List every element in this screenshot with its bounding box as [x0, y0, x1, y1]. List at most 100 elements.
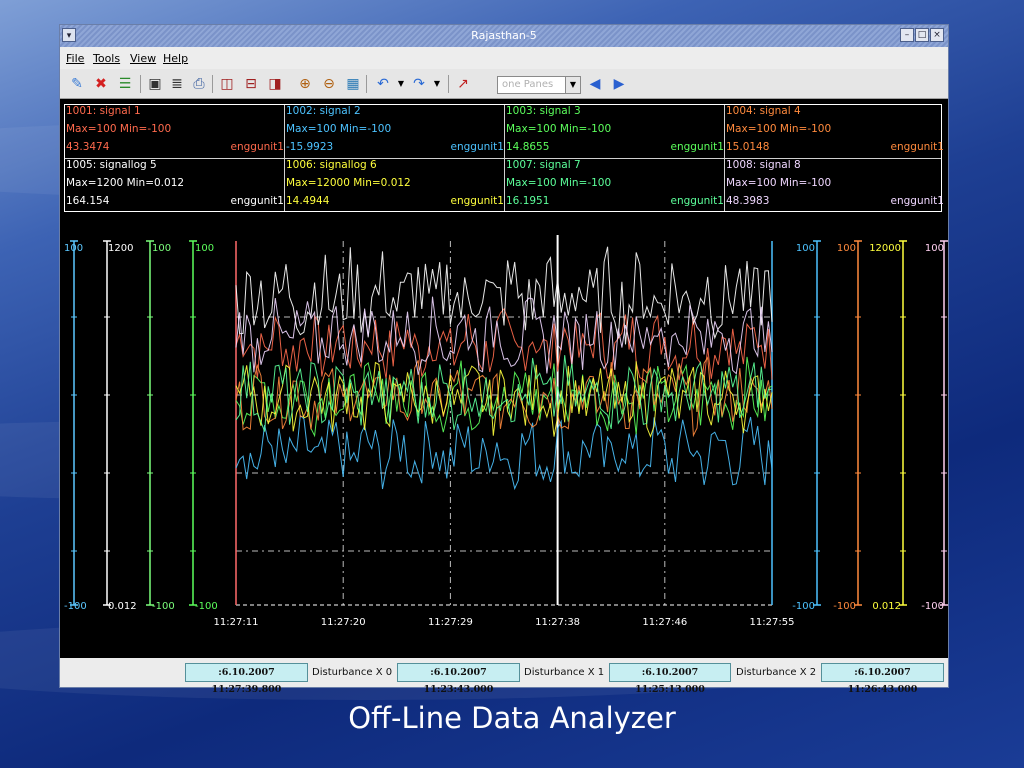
menu-view[interactable]: View [130, 52, 156, 65]
window-title: Rajasthan-5 [471, 29, 537, 42]
signal-value: 14.4944 [286, 195, 330, 207]
signal-chart[interactable]: 11:27:11 11:27:20 11:27:29 11:27:38 11:27:46… [60, 219, 948, 659]
signal-unit: enggunit1 [230, 195, 284, 207]
grid-icon[interactable]: ▦ [344, 75, 362, 93]
signal-value: 48.3983 [726, 195, 770, 207]
align-icon[interactable]: ≣ [168, 75, 186, 93]
signal-value: 14.8655 [506, 141, 550, 153]
signal-range: Max=100 Min=-100 [506, 123, 612, 135]
right-axis-1-min-label: -100 [792, 601, 815, 612]
x-tick-label: 11:27:11 [214, 617, 259, 628]
signal-unit: enggunit1 [890, 195, 944, 207]
disturbance-time-2[interactable]: :6.10.2007 11:25:13.000 [609, 663, 731, 695]
save-icon[interactable]: ▣ [146, 75, 164, 93]
signal-cell[interactable]: 1005: signallog 5 Max=1200 Min=0.012 164.1… [65, 159, 285, 213]
signal-id: 1004: signal 4 [726, 105, 801, 117]
signal-unit: enggunit1 [890, 141, 944, 153]
signal-id: 1005: signallog 5 [66, 159, 157, 171]
left-axis-1-max-label: 100 [64, 243, 83, 254]
signal-cell[interactable]: 1007: signal 7 Max=100 Min=-100 16.1951 eng… [505, 159, 725, 213]
signal-id: 1003: signal 3 [506, 105, 581, 117]
right-axis-2-max-label: 100 [837, 243, 856, 254]
list-icon[interactable]: ☰ [116, 75, 134, 93]
x-tick-label: 11:27:55 [750, 617, 795, 628]
signal-cell[interactable]: 1003: signal 3 Max=100 Min=-100 14.8655 eng… [505, 105, 725, 159]
left-axis-2-max-label: 1200 [108, 243, 133, 254]
redo-icon[interactable]: ↷ [410, 75, 428, 93]
disturbance-time-3[interactable]: :6.10.2007 11:26:43.000 [821, 663, 944, 695]
toolbar: ✎ ✖ ☰ ▣ ≣ ⎙ ◫ ⊟ ◨ ⊕ ⊖ ▦ ↶ ▼ ↷ ▼ ↗ one Pa… [60, 69, 948, 99]
disturbance-label-0: Disturbance X 0 [312, 667, 393, 678]
maximize-icon[interactable]: □ [915, 28, 929, 42]
delete-icon[interactable]: ✖ [92, 75, 110, 93]
right-axis-3-max-label: 12000 [869, 243, 901, 254]
chart-icon[interactable]: ↗ [454, 75, 472, 93]
back-icon[interactable]: ◀ [586, 75, 604, 93]
zoom-out-icon[interactable]: ⊖ [320, 75, 338, 93]
signal-range: Max=100 Min=-100 [726, 123, 832, 135]
close-icon[interactable]: × [930, 28, 944, 42]
menu-tools[interactable]: Tools [93, 52, 120, 65]
status-bar: :6.10.2007 11:27:39.800 Disturbance X 0 … [60, 658, 948, 695]
pane-left-icon[interactable]: ◫ [218, 75, 236, 93]
pane-right-icon[interactable]: ◨ [266, 75, 284, 93]
app-window: ▾ Rajasthan-5 – □ × File Tools View Help… [59, 24, 949, 695]
undo-icon[interactable]: ↶ [374, 75, 392, 93]
signal-unit: enggunit1 [230, 141, 284, 153]
right-axis-1-max-label: 100 [796, 243, 815, 254]
series-line [235, 414, 773, 491]
left-axis-2-min-label: 0.012 [108, 601, 137, 612]
x-tick-label: 11:27:20 [321, 617, 366, 628]
disturbance-time-0[interactable]: :6.10.2007 11:27:39.800 [185, 663, 308, 695]
signal-cell[interactable]: 1008: signal 8 Max=100 Min=-100 48.3983 eng… [725, 159, 945, 213]
signal-value: 15.0148 [726, 141, 770, 153]
signal-unit: enggunit1 [670, 141, 724, 153]
signal-value: -15.9923 [286, 141, 334, 153]
pane-top-icon[interactable]: ⊟ [242, 75, 260, 93]
signal-info-table: 1001: signal 1 Max=100 Min=-100 43.3474 eng… [64, 104, 945, 213]
signal-unit: enggunit1 [450, 141, 504, 153]
print-icon[interactable]: ⎙ [190, 75, 208, 93]
left-axis-1-min-label: -100 [64, 601, 87, 612]
signal-value: 43.3474 [66, 141, 110, 153]
signal-range: Max=100 Min=-100 [506, 177, 612, 189]
disturbance-time-1[interactable]: :6.10.2007 11:23:43.000 [397, 663, 520, 695]
right-axis-2-min-label: -100 [833, 601, 856, 612]
right-axis-3-min-label: 0.012 [872, 601, 901, 612]
left-axis-4-max-label: 100 [195, 243, 214, 254]
plot-area: 1001: signal 1 Max=100 Min=-100 43.3474 eng… [60, 99, 948, 658]
signal-unit: enggunit1 [450, 195, 504, 207]
forward-icon[interactable]: ▶ [610, 75, 628, 93]
x-tick-label: 11:27:29 [428, 617, 473, 628]
signal-range: Max=1200 Min=0.012 [66, 177, 185, 189]
signal-cell[interactable]: 1001: signal 1 Max=100 Min=-100 43.3474 eng… [65, 105, 285, 159]
menu-help[interactable]: Help [163, 52, 188, 65]
undo-dropdown-icon[interactable]: ▼ [392, 75, 410, 93]
signal-range: Max=100 Min=-100 [726, 177, 832, 189]
x-tick-label: 11:27:46 [642, 617, 687, 628]
signal-range: Max=100 Min=-100 [66, 123, 172, 135]
signal-id: 1006: signallog 6 [286, 159, 377, 171]
signal-cell[interactable]: 1004: signal 4 Max=100 Min=-100 15.0148 eng… [725, 105, 945, 159]
open-icon[interactable]: ✎ [68, 75, 86, 93]
menu-file[interactable]: File [66, 52, 84, 65]
signal-value: 164.154 [66, 195, 110, 207]
pane-select[interactable]: one Panes ▼ [497, 76, 581, 94]
left-axis-4-min-label: -100 [195, 601, 218, 612]
signal-id: 1001: signal 1 [66, 105, 141, 117]
signal-cell[interactable]: 1006: signallog 6 Max=12000 Min=0.012 14.4… [285, 159, 505, 213]
signal-cell[interactable]: 1002: signal 2 Max=100 Min=-100 -15.9923 en… [285, 105, 505, 159]
minimize-icon[interactable]: – [900, 28, 914, 42]
signal-range: Max=12000 Min=0.012 [286, 177, 411, 189]
zoom-in-icon[interactable]: ⊕ [296, 75, 314, 93]
left-axis-3-min-label: -100 [152, 601, 175, 612]
disturbance-label-2: Disturbance X 2 [736, 667, 817, 678]
chevron-down-icon[interactable]: ▼ [565, 77, 580, 93]
signal-value: 16.1951 [506, 195, 550, 207]
signal-id: 1002: signal 2 [286, 105, 361, 117]
right-axis-4-max-label: 100 [925, 243, 944, 254]
signal-range: Max=100 Min=-100 [286, 123, 392, 135]
right-axis-4-min-label: -100 [921, 601, 944, 612]
redo-dropdown-icon[interactable]: ▼ [428, 75, 446, 93]
slide-caption: Off-Line Data Analyzer [348, 701, 676, 735]
